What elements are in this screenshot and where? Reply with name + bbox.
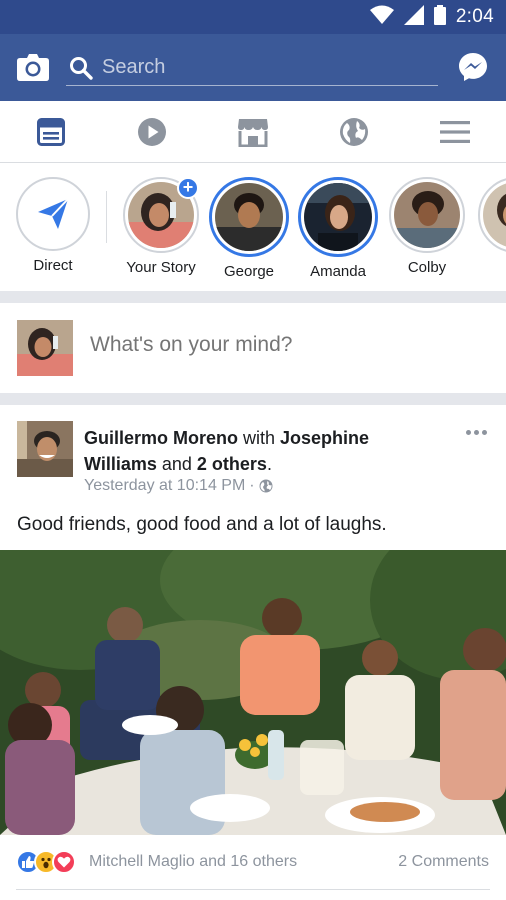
story-label: A [471, 259, 506, 276]
author-name[interactable]: Guillermo Moreno [84, 428, 238, 448]
story-ring [478, 177, 506, 253]
camera-button[interactable] [16, 52, 50, 82]
story-direct[interactable]: Direct [8, 177, 98, 274]
tab-watch[interactable] [101, 101, 202, 162]
tagged-others[interactable]: 2 others [197, 454, 267, 474]
tab-marketplace[interactable] [202, 101, 303, 162]
story-label: Direct [33, 257, 73, 274]
post-options-button[interactable] [466, 425, 490, 439]
more-dots-icon [482, 429, 487, 435]
story-george[interactable]: George [204, 177, 294, 280]
section-separator [0, 393, 506, 405]
meta-separator: · [249, 477, 255, 494]
more-dots-icon [474, 429, 479, 435]
post-timestamp[interactable]: Yesterday at 10:14 PM [84, 477, 245, 495]
story-ring [298, 177, 378, 257]
avatar [483, 182, 506, 248]
camera-icon [17, 54, 49, 81]
post-text: Good friends, good food and a lot of lau… [17, 514, 387, 535]
search-input[interactable] [102, 56, 422, 79]
story-amanda[interactable]: Amanda [293, 177, 383, 280]
add-story-icon[interactable]: + [177, 177, 199, 199]
post-header: Guillermo Moreno with Josephine Williams… [84, 425, 444, 477]
avatar [215, 183, 283, 251]
post-footer: Mitchell Maglio and 16 others 2 Comments [0, 846, 506, 880]
clock: 2:04 [455, 6, 494, 27]
status-bar: 2:04 [0, 0, 506, 34]
status-composer [0, 303, 506, 393]
direct-button[interactable] [16, 177, 90, 251]
reactions-summary[interactable] [16, 850, 76, 874]
author-avatar[interactable] [17, 421, 73, 477]
story-label: George [223, 263, 275, 280]
feed-post: Guillermo Moreno with Josephine Williams… [0, 405, 506, 900]
status-input[interactable] [90, 333, 470, 357]
globe-icon [340, 117, 369, 146]
stories-tray: Direct + Your Story George Amanda Colby [0, 163, 506, 291]
story-label: Your Story [126, 259, 196, 276]
story-ring: + [123, 177, 199, 253]
story-ring [209, 177, 289, 257]
story-label: Colby [407, 259, 447, 276]
app-bar [0, 34, 506, 101]
divider [16, 889, 490, 890]
more-dots-icon [466, 429, 471, 435]
divider [106, 191, 107, 243]
avatar [17, 320, 73, 376]
messenger-button[interactable] [458, 52, 488, 82]
battery-icon [433, 4, 446, 30]
hamburger-icon [440, 120, 471, 143]
tab-notifications[interactable] [304, 101, 405, 162]
and-text: and [156, 454, 197, 474]
public-globe-icon [259, 479, 273, 493]
story-label: Amanda [310, 263, 366, 280]
marketplace-icon [238, 118, 268, 147]
period-text: . [266, 454, 272, 474]
post-photo[interactable] [0, 550, 506, 835]
tab-bar [0, 101, 506, 163]
wifi-icon [369, 5, 394, 30]
avatar [304, 183, 372, 251]
section-separator [0, 291, 506, 303]
status-indicators: 2:04 [369, 4, 494, 30]
send-icon [38, 198, 69, 229]
story-colby[interactable]: Colby [382, 177, 472, 276]
love-reaction-icon [52, 850, 76, 874]
play-icon [137, 117, 166, 146]
signal-icon [403, 4, 424, 30]
post-meta: Yesterday at 10:14 PM · [84, 477, 273, 495]
tab-menu[interactable] [405, 101, 506, 162]
tab-news-feed[interactable] [0, 101, 101, 162]
search-bar[interactable] [66, 50, 438, 86]
with-text: with [238, 428, 281, 448]
reactions-text[interactable]: Mitchell Maglio and 16 others [89, 853, 297, 871]
story-ring [389, 177, 465, 253]
comments-link[interactable]: 2 Comments [398, 853, 489, 871]
search-icon [70, 56, 93, 80]
messenger-icon [459, 53, 487, 81]
story-your-story[interactable]: + Your Story [116, 177, 206, 276]
avatar [394, 182, 460, 248]
story-partial[interactable]: A [471, 177, 506, 276]
news-feed-icon [36, 117, 65, 146]
